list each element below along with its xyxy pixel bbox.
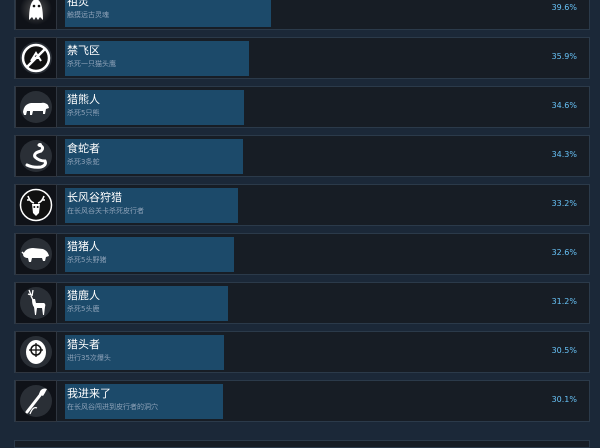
achievement-description: 杀死5只熊 (67, 109, 100, 117)
deer-icon (15, 282, 57, 324)
unlock-percent: 30.1% (551, 395, 577, 404)
no-fly-zone-icon (15, 37, 57, 79)
achievement-title: 猎鹿人 (67, 289, 100, 302)
achievement-title: 猎猪人 (67, 240, 100, 253)
achievement-title: 长风谷狩猎 (67, 191, 122, 204)
torch-icon (15, 380, 57, 422)
bear-icon (15, 86, 57, 128)
achievement-row[interactable]: 猎头者 进行35次爆头 30.5% (14, 331, 590, 373)
achievement-row[interactable]: 食蛇者 杀死3条蛇 34.3% (14, 135, 590, 177)
achievement-row[interactable]: 禁飞区 杀死一只猫头鹰 35.9% (14, 37, 590, 79)
achievement-description: 杀死5头鹿 (67, 305, 100, 313)
achievement-title: 我进来了 (67, 387, 111, 400)
achievement-description: 在长风谷关卡杀死皮行者 (67, 207, 144, 215)
ghost-icon (15, 0, 57, 30)
boar-icon (15, 233, 57, 275)
achievement-row[interactable]: 猎猪人 杀死5头野猪 32.6% (14, 233, 590, 275)
achievement-title: 禁飞区 (67, 44, 100, 57)
achievement-description: 在长风谷闯进到皮行者的洞穴 (67, 403, 158, 411)
achievement-row[interactable]: 猎鹿人 杀死5头鹿 31.2% (14, 282, 590, 324)
achievement-description: 进行35次爆头 (67, 354, 111, 362)
achievement-title: 食蛇者 (67, 142, 100, 155)
achievement-row-partial (14, 440, 590, 448)
unlock-percent: 33.2% (551, 199, 577, 208)
unlock-percent: 34.6% (551, 101, 577, 110)
achievement-description: 杀死一只猫头鹰 (67, 60, 116, 68)
achievement-title: 猎熊人 (67, 93, 100, 106)
unlock-percent: 34.3% (551, 150, 577, 159)
achievement-description: 杀死5头野猪 (67, 256, 107, 264)
achievement-row[interactable]: 祖灵 触摸远古灵魂 39.6% (14, 0, 590, 30)
snake-icon (15, 135, 57, 177)
unlock-percent: 31.2% (551, 297, 577, 306)
achievement-row[interactable]: 长风谷狩猎 在长风谷关卡杀死皮行者 33.2% (14, 184, 590, 226)
unlock-percent: 32.6% (551, 248, 577, 257)
achievement-title: 猎头者 (67, 338, 100, 351)
unlock-percent: 30.5% (551, 346, 577, 355)
achievement-description: 杀死3条蛇 (67, 158, 100, 166)
antler-skull-icon (15, 184, 57, 226)
achievement-row[interactable]: 猎熊人 杀死5只熊 34.6% (14, 86, 590, 128)
unlock-percent: 35.9% (551, 52, 577, 61)
crosshair-head-icon (15, 331, 57, 373)
achievement-description: 触摸远古灵魂 (67, 11, 109, 19)
unlock-percent: 39.6% (551, 3, 577, 12)
achievement-title: 祖灵 (67, 0, 89, 8)
achievement-row[interactable]: 我进来了 在长风谷闯进到皮行者的洞穴 30.1% (14, 380, 590, 422)
